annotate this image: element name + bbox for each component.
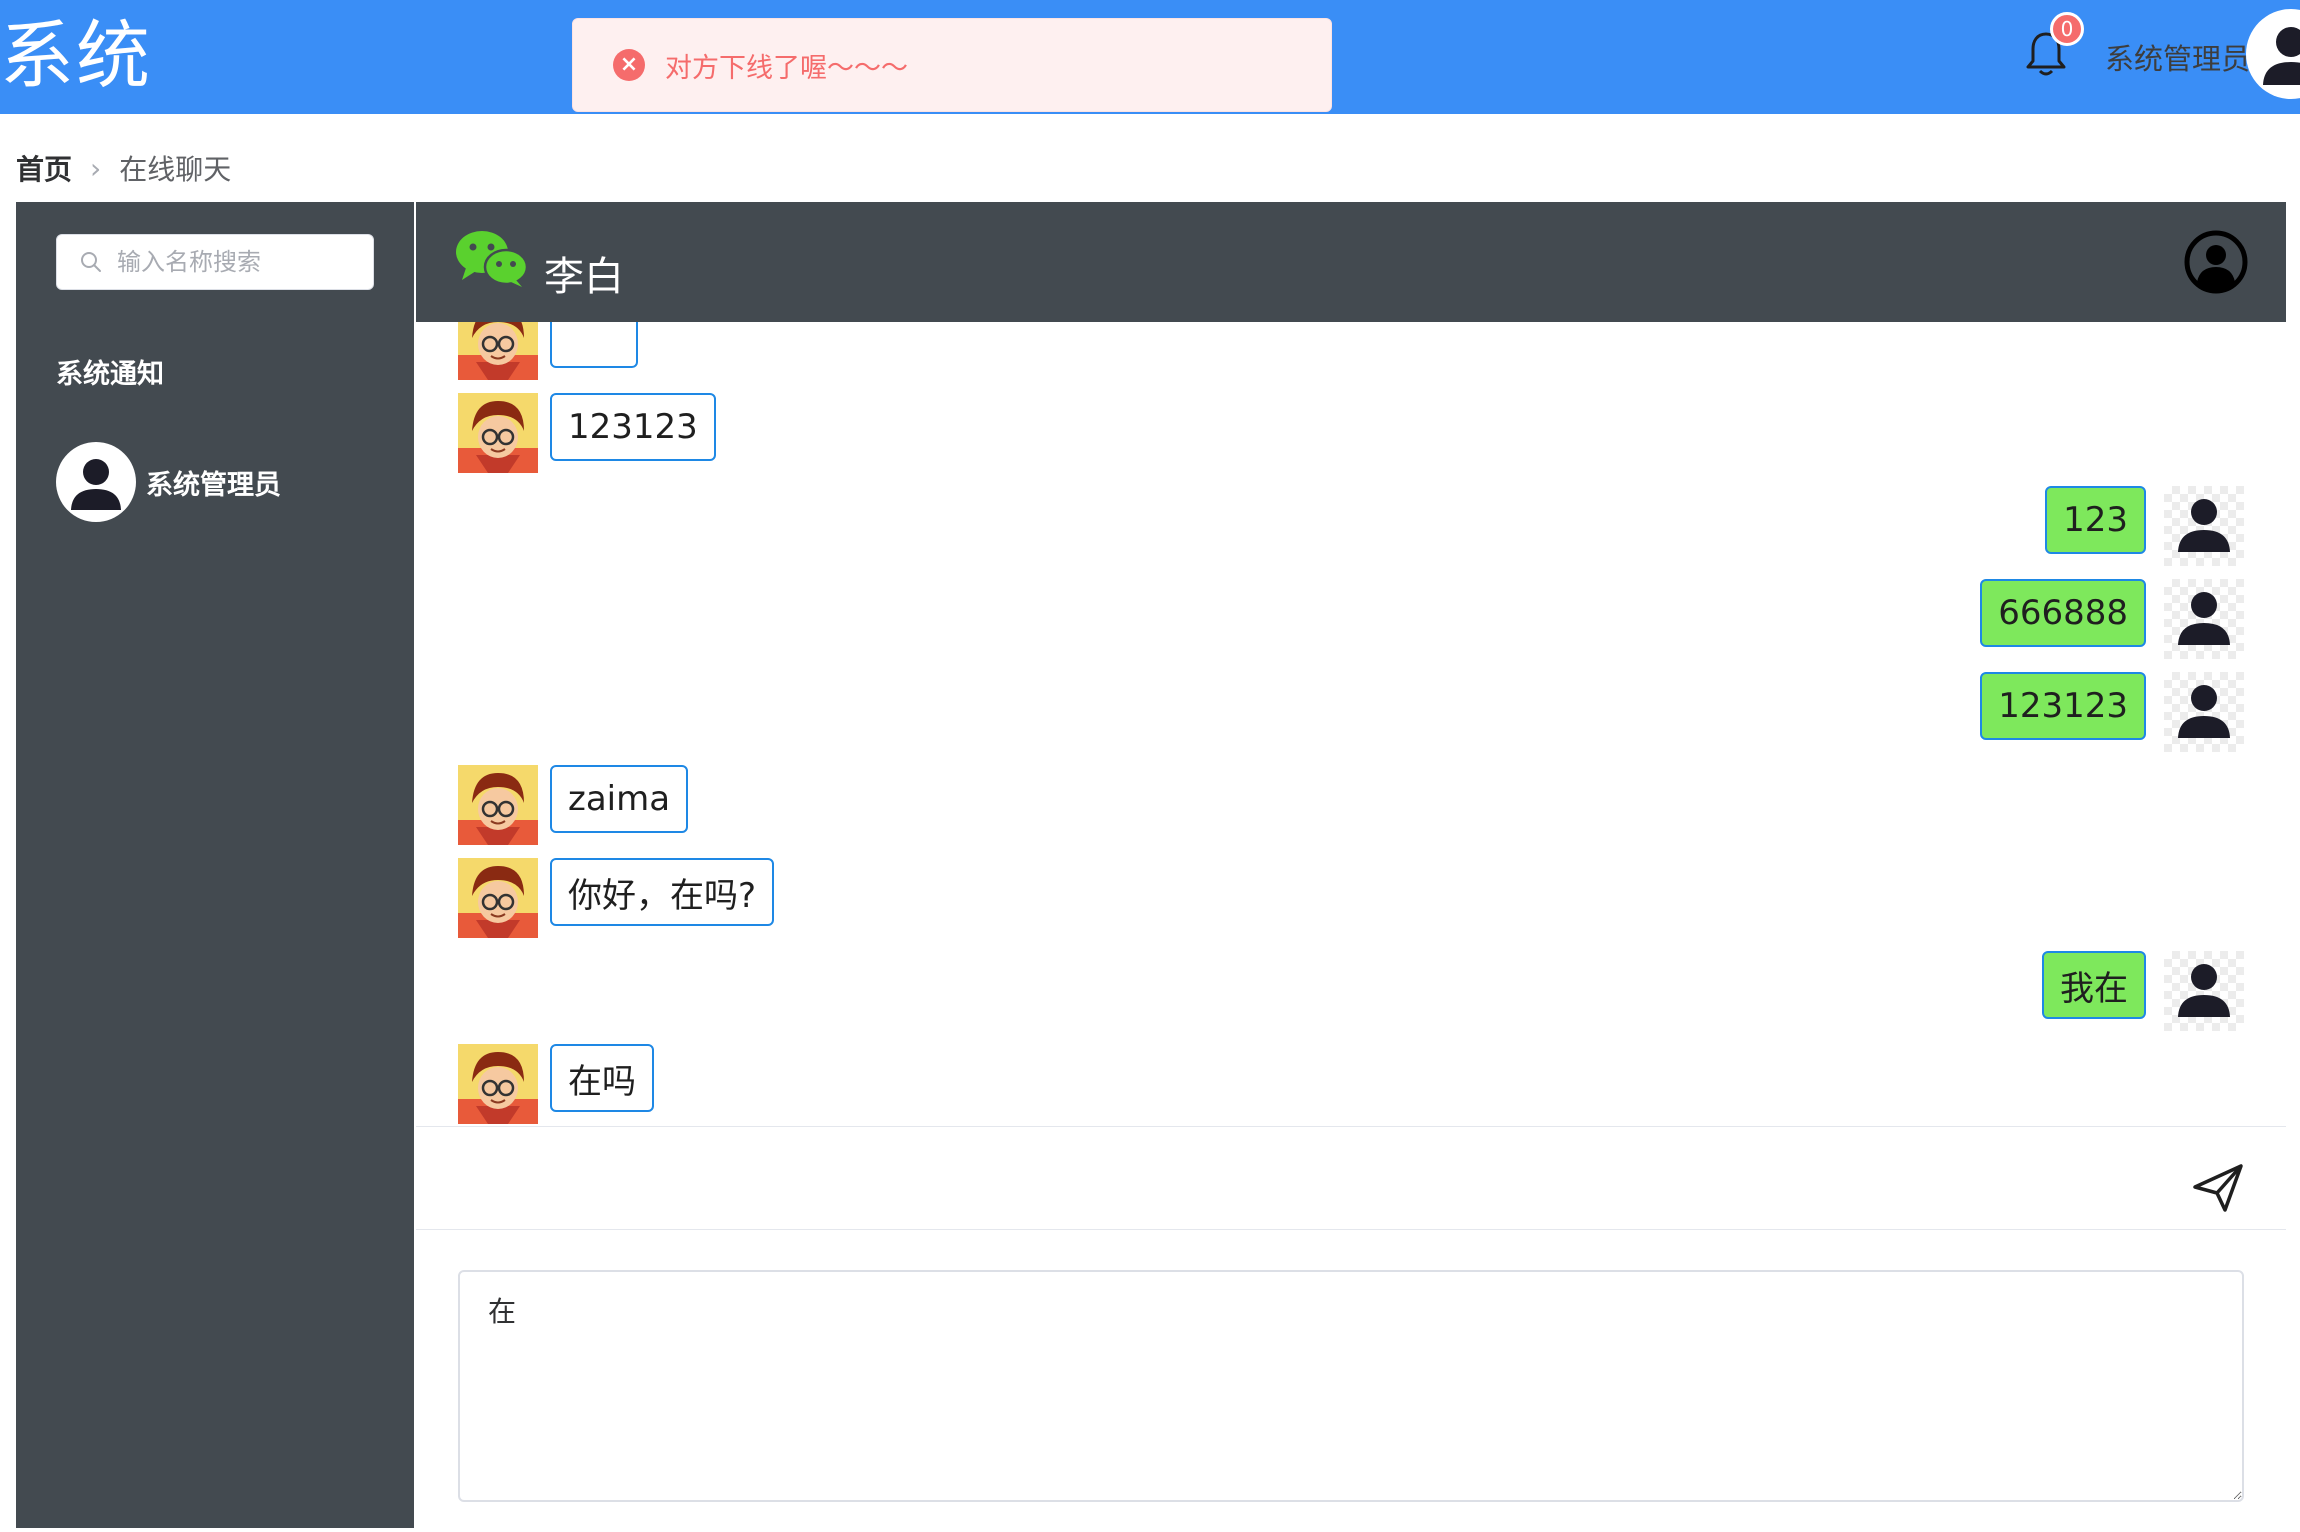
- offline-toast: × 对方下线了喔～～～: [572, 18, 1332, 112]
- search-icon: [81, 252, 101, 272]
- user-circle-icon[interactable]: [2184, 230, 2248, 294]
- peer-avatar: [458, 322, 538, 380]
- incoming-message: zaima: [458, 765, 689, 845]
- outgoing-message: 我在: [2042, 951, 2244, 1031]
- message-input[interactable]: 在: [458, 1270, 2244, 1502]
- peer-avatar: [458, 1044, 538, 1124]
- contact-item[interactable]: 系统管理员: [56, 442, 281, 522]
- incoming-message: 在吗: [458, 1044, 654, 1124]
- search-input[interactable]: [115, 247, 369, 277]
- outgoing-message: 666888: [1980, 579, 2244, 659]
- own-avatar: [2164, 672, 2244, 752]
- current-user-avatar[interactable]: [2246, 9, 2300, 99]
- user-silhouette-icon: [2263, 27, 2300, 85]
- toast-message: 对方下线了喔～～～: [665, 52, 908, 84]
- search-box[interactable]: [56, 234, 374, 290]
- message-bubble: [550, 322, 638, 368]
- breadcrumb-current: 在线聊天: [119, 153, 232, 186]
- breadcrumb-home[interactable]: 首页: [16, 148, 72, 188]
- chat-peer-name: 李白: [544, 254, 624, 300]
- own-avatar: [2164, 951, 2244, 1031]
- notification-badge: 0: [2050, 12, 2084, 46]
- peer-avatar: [458, 393, 538, 473]
- message-bubble: 123123: [1980, 672, 2146, 740]
- top-bar: 系统 × 对方下线了喔～～～ 0 系统管理员: [0, 0, 2300, 114]
- message-bubble: 你好，在吗?: [550, 858, 775, 926]
- contact-avatar: [56, 442, 136, 522]
- breadcrumb: 首页 › 在线聊天: [16, 148, 231, 188]
- message-bubble: 666888: [1980, 579, 2146, 647]
- message-bubble: 123: [2045, 486, 2146, 554]
- compose-toolbar: [416, 1126, 2286, 1230]
- error-circle-icon: ×: [613, 49, 645, 81]
- message-bubble: 我在: [2042, 951, 2146, 1019]
- system-notice-title[interactable]: 系统通知: [56, 352, 164, 391]
- incoming-message: [458, 322, 638, 380]
- chevron-right-icon: ›: [90, 151, 102, 185]
- contact-name: 系统管理员: [146, 469, 281, 501]
- own-avatar: [2164, 579, 2244, 659]
- current-user-name[interactable]: 系统管理员: [2105, 36, 2250, 78]
- incoming-message: 123123: [458, 393, 716, 473]
- send-icon[interactable]: [2192, 1163, 2244, 1213]
- message-bubble: 123123: [550, 393, 716, 461]
- app-title: 系统: [0, 13, 152, 99]
- contacts-sidebar: 系统通知 系统管理员: [16, 202, 414, 1528]
- chat-header: 李白: [416, 202, 2286, 322]
- message-list[interactable]: 123123 123 666888 123123 zaima 你好，在吗? 我在…: [416, 322, 2286, 1126]
- user-silhouette-icon: [71, 459, 121, 510]
- own-avatar: [2164, 486, 2244, 566]
- outgoing-message: 123123: [1980, 672, 2244, 752]
- incoming-message: 你好，在吗?: [458, 858, 775, 938]
- wechat-icon: [456, 231, 528, 287]
- message-bubble: 在吗: [550, 1044, 654, 1112]
- outgoing-message: 123: [2045, 486, 2244, 566]
- peer-avatar: [458, 765, 538, 845]
- message-bubble: zaima: [550, 765, 689, 833]
- compose-area: 在: [416, 1230, 2286, 1528]
- peer-avatar: [458, 858, 538, 938]
